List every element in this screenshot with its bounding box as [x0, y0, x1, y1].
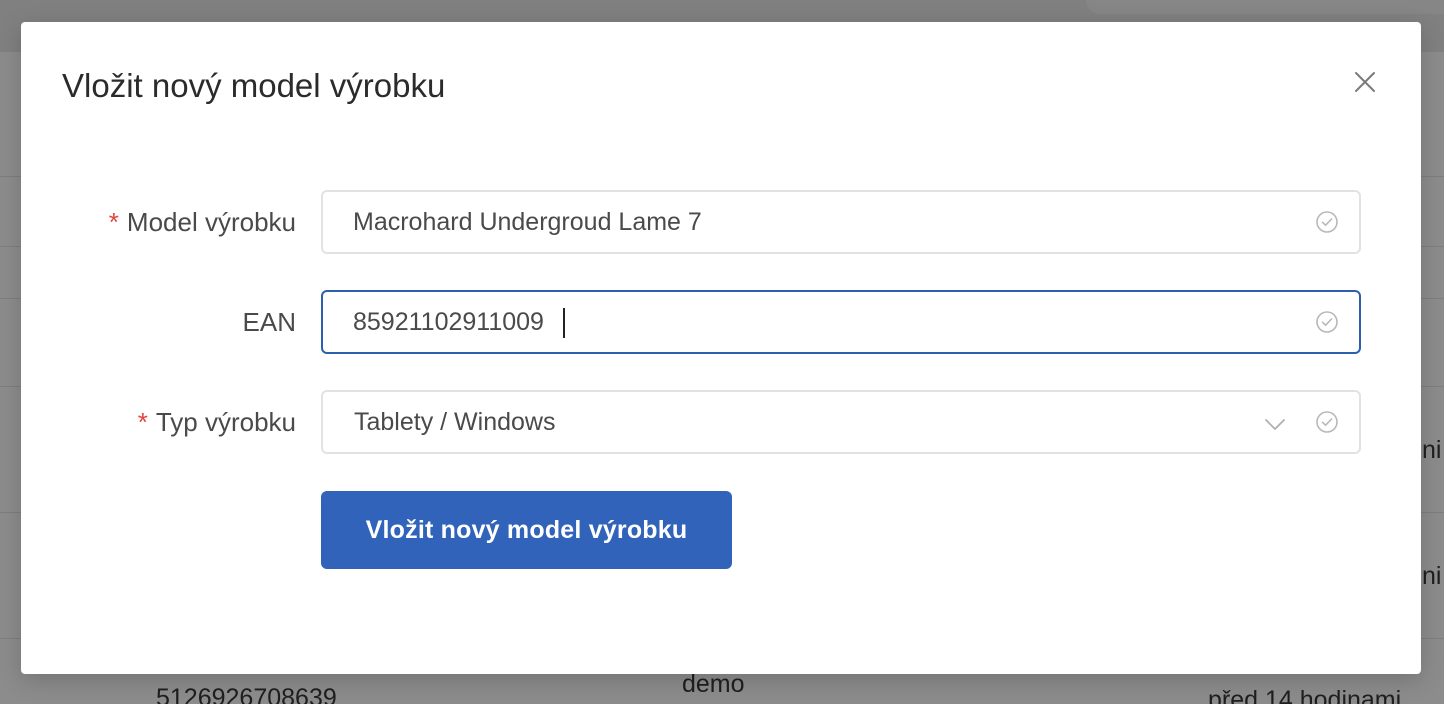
close-button[interactable]: [1349, 66, 1381, 98]
type-selected-value: Tablety / Windows: [354, 408, 556, 436]
ean-label: EAN: [242, 307, 296, 337]
new-product-model-dialog: Vložit nový model výrobku * Model výrobku…: [21, 22, 1421, 674]
model-label: * Model výrobku: [109, 190, 296, 254]
type-label: * Typ výrobku: [138, 390, 296, 454]
submit-button[interactable]: Vložit nový model výrobku: [321, 491, 732, 569]
dialog-title: Vložit nový model výrobku: [62, 67, 446, 104]
model-input[interactable]: [353, 192, 1273, 252]
check-circle-icon: [1316, 211, 1338, 233]
close-icon: [1355, 72, 1375, 92]
check-circle-icon: [1316, 311, 1338, 333]
required-mark: *: [137, 407, 148, 437]
check-circle-icon: [1316, 411, 1338, 433]
required-mark: *: [108, 207, 119, 237]
form-row-ean: EAN: [21, 290, 1421, 354]
ean-input[interactable]: [353, 292, 1273, 352]
chevron-down-icon[interactable]: [1263, 412, 1287, 436]
form-row-model: * Model výrobku: [21, 190, 1421, 254]
type-label-text: Typ výrobku: [155, 407, 296, 437]
type-select[interactable]: Tablety / Windows: [321, 390, 1361, 454]
model-label-text: Model výrobku: [126, 207, 296, 237]
form-row-type: * Typ výrobku Tablety / Windows: [21, 390, 1421, 454]
model-field[interactable]: [321, 190, 1361, 254]
ean-field[interactable]: [321, 290, 1361, 354]
text-caret: [563, 308, 565, 338]
